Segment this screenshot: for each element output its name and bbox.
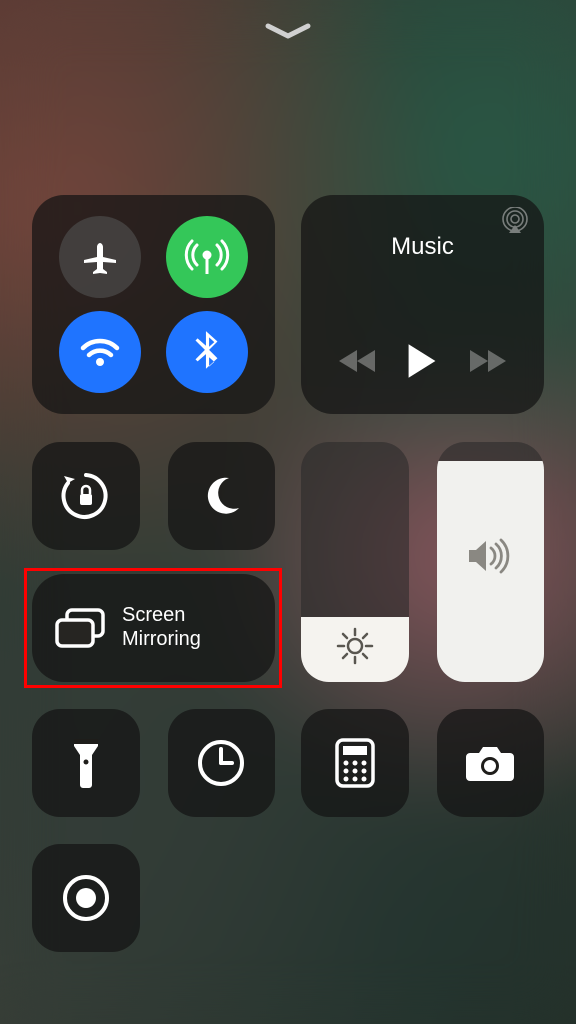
screen-mirroring-button[interactable]: Screen Mirroring (32, 574, 275, 682)
camera-icon (464, 743, 516, 783)
previous-track-button[interactable] (337, 348, 377, 374)
bluetooth-button[interactable] (166, 311, 248, 393)
brightness-slider[interactable] (301, 442, 409, 682)
timer-icon (196, 738, 246, 788)
record-icon (61, 873, 111, 923)
screen-mirroring-icon (54, 607, 106, 649)
volume-slider[interactable] (437, 442, 545, 682)
airplane-mode-button[interactable] (59, 216, 141, 298)
forward-icon (468, 348, 508, 374)
bluetooth-icon (189, 329, 225, 375)
orientation-lock-button[interactable] (32, 442, 140, 550)
wifi-icon (77, 329, 123, 375)
cellular-data-button[interactable] (166, 216, 248, 298)
screen-mirroring-label: Screen Mirroring (122, 604, 201, 651)
orientation-lock-icon (58, 468, 114, 524)
camera-button[interactable] (437, 709, 545, 817)
next-track-button[interactable] (468, 348, 508, 374)
flashlight-icon (71, 736, 101, 790)
wifi-button[interactable] (59, 311, 141, 393)
sun-icon (301, 626, 409, 666)
moon-icon (199, 474, 243, 518)
airplay-icon (500, 207, 530, 235)
do-not-disturb-button[interactable] (168, 442, 276, 550)
play-button[interactable] (405, 342, 439, 380)
screen-record-button[interactable] (32, 844, 140, 952)
speaker-icon (437, 536, 545, 576)
airplane-icon (78, 235, 122, 279)
calculator-icon (335, 738, 375, 788)
cellular-icon (183, 233, 231, 281)
collapse-grabber[interactable] (32, 0, 544, 60)
timer-button[interactable] (168, 709, 276, 817)
calculator-button[interactable] (301, 709, 409, 817)
rewind-icon (337, 348, 377, 374)
connectivity-module[interactable] (32, 195, 275, 414)
flashlight-button[interactable] (32, 709, 140, 817)
play-icon (405, 342, 439, 380)
media-module[interactable]: Music (301, 195, 544, 414)
